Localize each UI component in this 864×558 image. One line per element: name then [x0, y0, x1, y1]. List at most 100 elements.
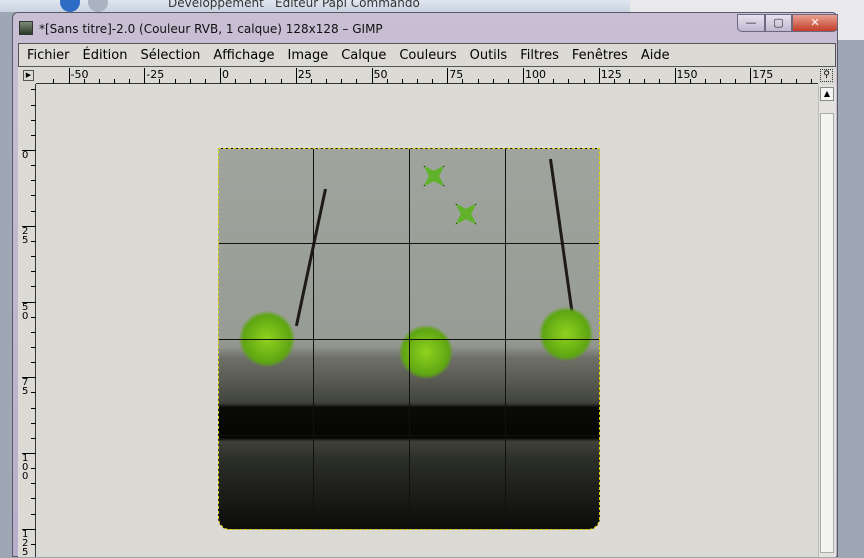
leaf	[413, 155, 455, 197]
ruler-tick	[31, 422, 36, 424]
ruler-tick	[507, 79, 509, 84]
menu-9[interactable]: Fenêtres	[572, 48, 628, 63]
close-button[interactable]: ✕	[792, 14, 838, 32]
ruler-tick	[735, 79, 737, 84]
ruler-tick	[31, 286, 36, 288]
vertical-ruler[interactable]: 0 25 50 75 100 125	[22, 84, 36, 557]
ruler-tick	[31, 346, 36, 348]
ruler-tick	[280, 79, 282, 84]
ruler-tick	[719, 79, 721, 84]
ruler-tick	[659, 79, 661, 84]
ruler-tick	[113, 79, 115, 84]
ruler-tick	[189, 79, 191, 84]
forward-icon[interactable]	[88, 0, 108, 12]
image-canvas[interactable]	[218, 148, 600, 530]
ruler-label: 75	[449, 68, 464, 81]
grid-line	[219, 339, 599, 340]
leaf	[445, 193, 487, 235]
ruler-tick	[704, 79, 706, 84]
menu-5[interactable]: Calque	[341, 48, 386, 63]
ruler-tick	[780, 79, 782, 84]
ruler-tick	[295, 68, 297, 84]
ruler-tick	[98, 79, 100, 84]
ruler-tick	[523, 68, 524, 84]
ruler-label: 50	[373, 68, 388, 81]
ruler-tick	[644, 79, 646, 84]
menu-8[interactable]: Filtres	[520, 48, 559, 63]
ruler-label: 175	[752, 68, 774, 81]
back-icon[interactable]	[60, 0, 80, 12]
ruler-tick	[356, 79, 358, 84]
ruler-tick	[598, 68, 600, 84]
ruler-tick	[492, 79, 494, 84]
scrollbar-thumb[interactable]	[820, 113, 834, 553]
ruler-tick	[447, 68, 449, 84]
gimp-app-icon	[19, 21, 33, 35]
ruler-tick	[629, 79, 631, 84]
ruler-label: 125	[600, 68, 622, 81]
ruler-tick	[204, 79, 206, 84]
ruler-label: 150	[676, 68, 698, 81]
ruler-tick	[31, 89, 36, 91]
breadcrumb-item[interactable]: Editeur Papi Commando	[275, 0, 420, 10]
ruler-tick	[432, 79, 434, 84]
ruler-tick	[31, 437, 36, 439]
ruler-tick	[31, 195, 36, 197]
ruler-tick	[144, 68, 146, 84]
menu-0[interactable]: Fichier	[27, 48, 70, 63]
ruler-tick	[583, 79, 585, 84]
grid-line	[219, 243, 599, 244]
ruler-tick	[31, 331, 36, 333]
menubar: Fichier Édition Sélection Affichage Image Cal…	[18, 43, 836, 67]
grass	[539, 307, 593, 361]
arrow-up-icon[interactable]: ▲	[820, 87, 834, 101]
ruler-label: 100	[22, 453, 29, 482]
ruler-label: 100	[525, 68, 546, 81]
menu-7[interactable]: Outils	[470, 48, 508, 63]
triangle-right-icon[interactable]: ▶	[23, 70, 34, 81]
maximize-button[interactable]: ▢	[765, 14, 792, 32]
ruler-tick	[416, 79, 418, 84]
ruler-tick	[235, 79, 237, 84]
ruler-tick	[31, 498, 36, 500]
ruler-label: 125	[22, 528, 29, 558]
breadcrumb-item[interactable]: Développement	[168, 0, 264, 10]
menu-1[interactable]: Édition	[83, 48, 128, 63]
menu-3[interactable]: Affichage	[213, 48, 274, 63]
menu-6[interactable]: Couleurs	[399, 48, 456, 63]
minimize-button[interactable]: —	[737, 14, 765, 32]
ruler-tick	[31, 134, 36, 136]
ruler-tick	[810, 79, 812, 84]
ruler-tick	[568, 79, 570, 84]
ruler-tick	[31, 483, 36, 485]
ruler-tick	[53, 79, 55, 84]
ruler-tick	[31, 180, 36, 182]
menu-10[interactable]: Aide	[641, 48, 670, 63]
window-title: *[Sans titre]-2.0 (Couleur RVB, 1 calque…	[39, 22, 383, 36]
ruler-tick	[129, 79, 131, 84]
ruler-tick	[401, 79, 403, 84]
ruler-tick	[220, 68, 221, 84]
ruler-tick	[31, 104, 36, 106]
ruler-label: -50	[70, 68, 89, 81]
ruler-tick	[31, 316, 36, 318]
ruler-label: 50	[22, 301, 29, 322]
grid-line	[219, 435, 599, 436]
horizontal-ruler[interactable]: -50 -25 0 25 50 75 100 125 150 175	[36, 68, 818, 84]
ruler-tick	[750, 68, 752, 84]
magnifier-icon[interactable]: ⚲	[820, 69, 833, 82]
ruler-tick	[31, 543, 36, 545]
ruler-label: 25	[22, 225, 29, 246]
ruler-tick	[31, 513, 36, 515]
ruler-tick	[553, 79, 555, 84]
ruler-label: -25	[146, 68, 165, 81]
ruler-tick	[795, 79, 797, 84]
vertical-scrollbar[interactable]: ▲	[818, 85, 836, 557]
ruler-tick	[174, 79, 176, 84]
ruler-tick	[31, 210, 36, 212]
menu-2[interactable]: Sélection	[140, 48, 200, 63]
menu-4[interactable]: Image	[287, 48, 328, 63]
ruler-label: 0	[22, 150, 29, 161]
ruler-tick	[31, 362, 36, 364]
ruler-tick	[674, 68, 676, 84]
